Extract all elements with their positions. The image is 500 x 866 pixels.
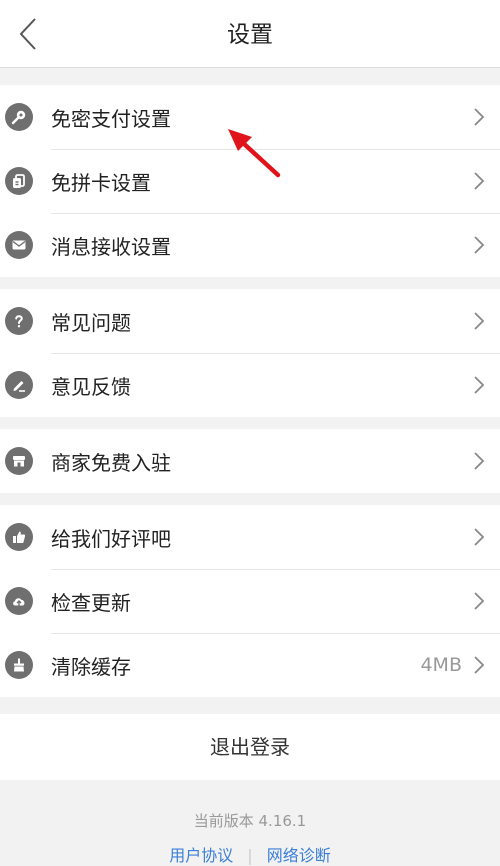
row-label: 常见问题: [51, 310, 131, 335]
card-icon: [5, 167, 33, 195]
chevron-right-icon: [474, 376, 485, 394]
nav-bar: 设置: [0, 0, 500, 68]
row-label: 意见反馈: [51, 374, 131, 399]
row-label: 商家免费入驻: [51, 450, 171, 475]
thumbs-up-icon: [5, 523, 33, 551]
key-icon: [5, 103, 33, 131]
row-check-update[interactable]: 检查更新: [0, 569, 500, 633]
chevron-right-icon: [474, 312, 485, 330]
row-label: 给我们好评吧: [51, 526, 171, 551]
footer-links: 用户协议 | 网络诊断: [0, 842, 500, 866]
row-label: 清除缓存: [51, 654, 131, 679]
footer: 当前版本 4.16.1 用户协议 | 网络诊断: [0, 810, 500, 866]
broom-icon: [5, 651, 33, 679]
chevron-right-icon: [474, 236, 485, 254]
chevron-right-icon: [474, 108, 485, 126]
row-message-settings[interactable]: 消息接收设置: [0, 213, 500, 277]
version-text: 当前版本 4.16.1: [193, 812, 307, 830]
row-label: 免拼卡设置: [51, 170, 151, 195]
link-separator: |: [247, 846, 253, 865]
row-merchant-join[interactable]: 商家免费入驻: [0, 429, 500, 493]
settings-group-app: 给我们好评吧 检查更新 清除缓存 4MB: [0, 505, 500, 697]
row-clear-cache[interactable]: 清除缓存 4MB: [0, 633, 500, 697]
chevron-right-icon: [474, 452, 485, 470]
network-diagnosis-link[interactable]: 网络诊断: [267, 846, 331, 865]
settings-group-help: 常见问题 意见反馈: [0, 289, 500, 417]
row-label: 检查更新: [51, 590, 131, 615]
row-faq[interactable]: 常见问题: [0, 289, 500, 353]
row-label: 消息接收设置: [51, 234, 171, 259]
settings-group-payment: 免密支付设置 免拼卡设置 消息接收设置: [0, 85, 500, 277]
chevron-right-icon: [474, 528, 485, 546]
row-rate-us[interactable]: 给我们好评吧: [0, 505, 500, 569]
row-password-free-payment[interactable]: 免密支付设置: [0, 85, 500, 149]
store-icon: [5, 447, 33, 475]
pencil-icon: [5, 371, 33, 399]
row-feedback[interactable]: 意见反馈: [0, 353, 500, 417]
chevron-right-icon: [474, 592, 485, 610]
chevron-right-icon: [474, 656, 485, 674]
logout-button[interactable]: 退出登录: [0, 714, 500, 780]
chevron-right-icon: [474, 172, 485, 190]
settings-group-merchant: 商家免费入驻: [0, 429, 500, 493]
question-icon: [5, 307, 33, 335]
page-title: 设置: [227, 22, 273, 48]
cache-size-value: 4MB: [420, 654, 462, 676]
mail-icon: [5, 231, 33, 259]
row-free-group-card[interactable]: 免拼卡设置: [0, 149, 500, 213]
user-agreement-link[interactable]: 用户协议: [169, 846, 233, 865]
row-label: 免密支付设置: [51, 106, 171, 131]
cloud-upload-icon: [5, 587, 33, 615]
